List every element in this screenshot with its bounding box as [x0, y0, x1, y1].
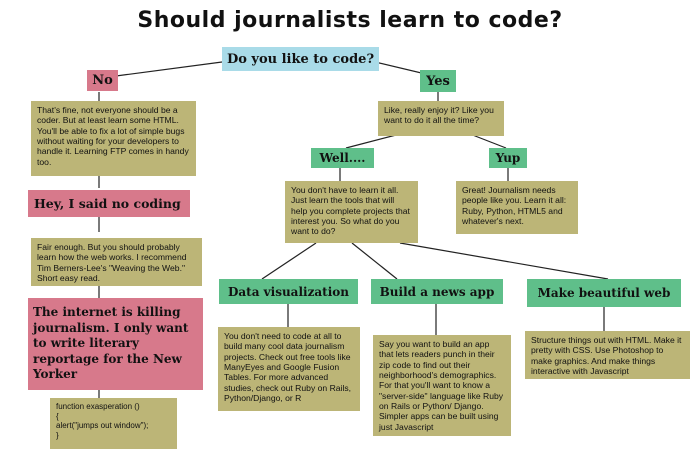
- code-note: function exasperation () { alert("jumps …: [50, 398, 177, 449]
- killing-journalism-label: The internet is killing journalism. I on…: [33, 305, 189, 382]
- build-news-app-label: Build a news app: [379, 284, 495, 299]
- no-note: That's fine, not everyone should be a co…: [31, 101, 196, 176]
- said-no-coding-box: Hey, I said no coding: [28, 190, 190, 217]
- web-works-note: Fair enough. But you should probably lea…: [31, 238, 202, 286]
- killing-journalism-box: The internet is killing journalism. I on…: [28, 298, 203, 390]
- yes-label: Yes: [426, 73, 450, 89]
- connector-line: [115, 61, 223, 77]
- connector-line: [399, 242, 609, 280]
- well-box: Well....: [311, 148, 374, 168]
- no-label: No: [92, 73, 113, 88]
- build-news-app-box: Build a news app: [371, 279, 503, 304]
- make-beautiful-web-note: Structure things out with HTML. Make it …: [525, 331, 690, 379]
- no-box: No: [87, 70, 118, 91]
- enjoy-note: Like, really enjoy it? Like you want to …: [378, 101, 504, 136]
- connector-line: [469, 133, 507, 149]
- make-beautiful-web-label: Make beautiful web: [537, 286, 671, 300]
- well-note: You don't have to learn it all. Just lea…: [285, 181, 418, 243]
- well-label: Well....: [319, 151, 366, 165]
- yup-note: Great! Journalism needs people like you.…: [456, 181, 578, 234]
- page-title: Should journalists learn to code?: [137, 8, 563, 33]
- data-visualization-label: Data visualization: [227, 284, 349, 299]
- data-visualization-box: Data visualization: [219, 279, 358, 304]
- question-box: Do you like to code?: [222, 47, 379, 71]
- yup-box: Yup: [489, 148, 527, 168]
- said-no-coding-label: Hey, I said no coding: [34, 196, 181, 211]
- flowchart: Should journalists learn to code? Do you…: [0, 0, 700, 466]
- question-label: Do you like to code?: [226, 51, 375, 67]
- make-beautiful-web-box: Make beautiful web: [527, 279, 681, 307]
- build-news-app-note: Say you want to build an app that lets r…: [373, 335, 511, 436]
- connector-line: [345, 133, 401, 149]
- connector-line: [261, 242, 317, 280]
- yes-box: Yes: [420, 70, 456, 92]
- data-visualization-note: You don't need to code at all to build m…: [218, 327, 360, 411]
- connector-line: [351, 242, 398, 280]
- yup-label: Yup: [495, 151, 521, 165]
